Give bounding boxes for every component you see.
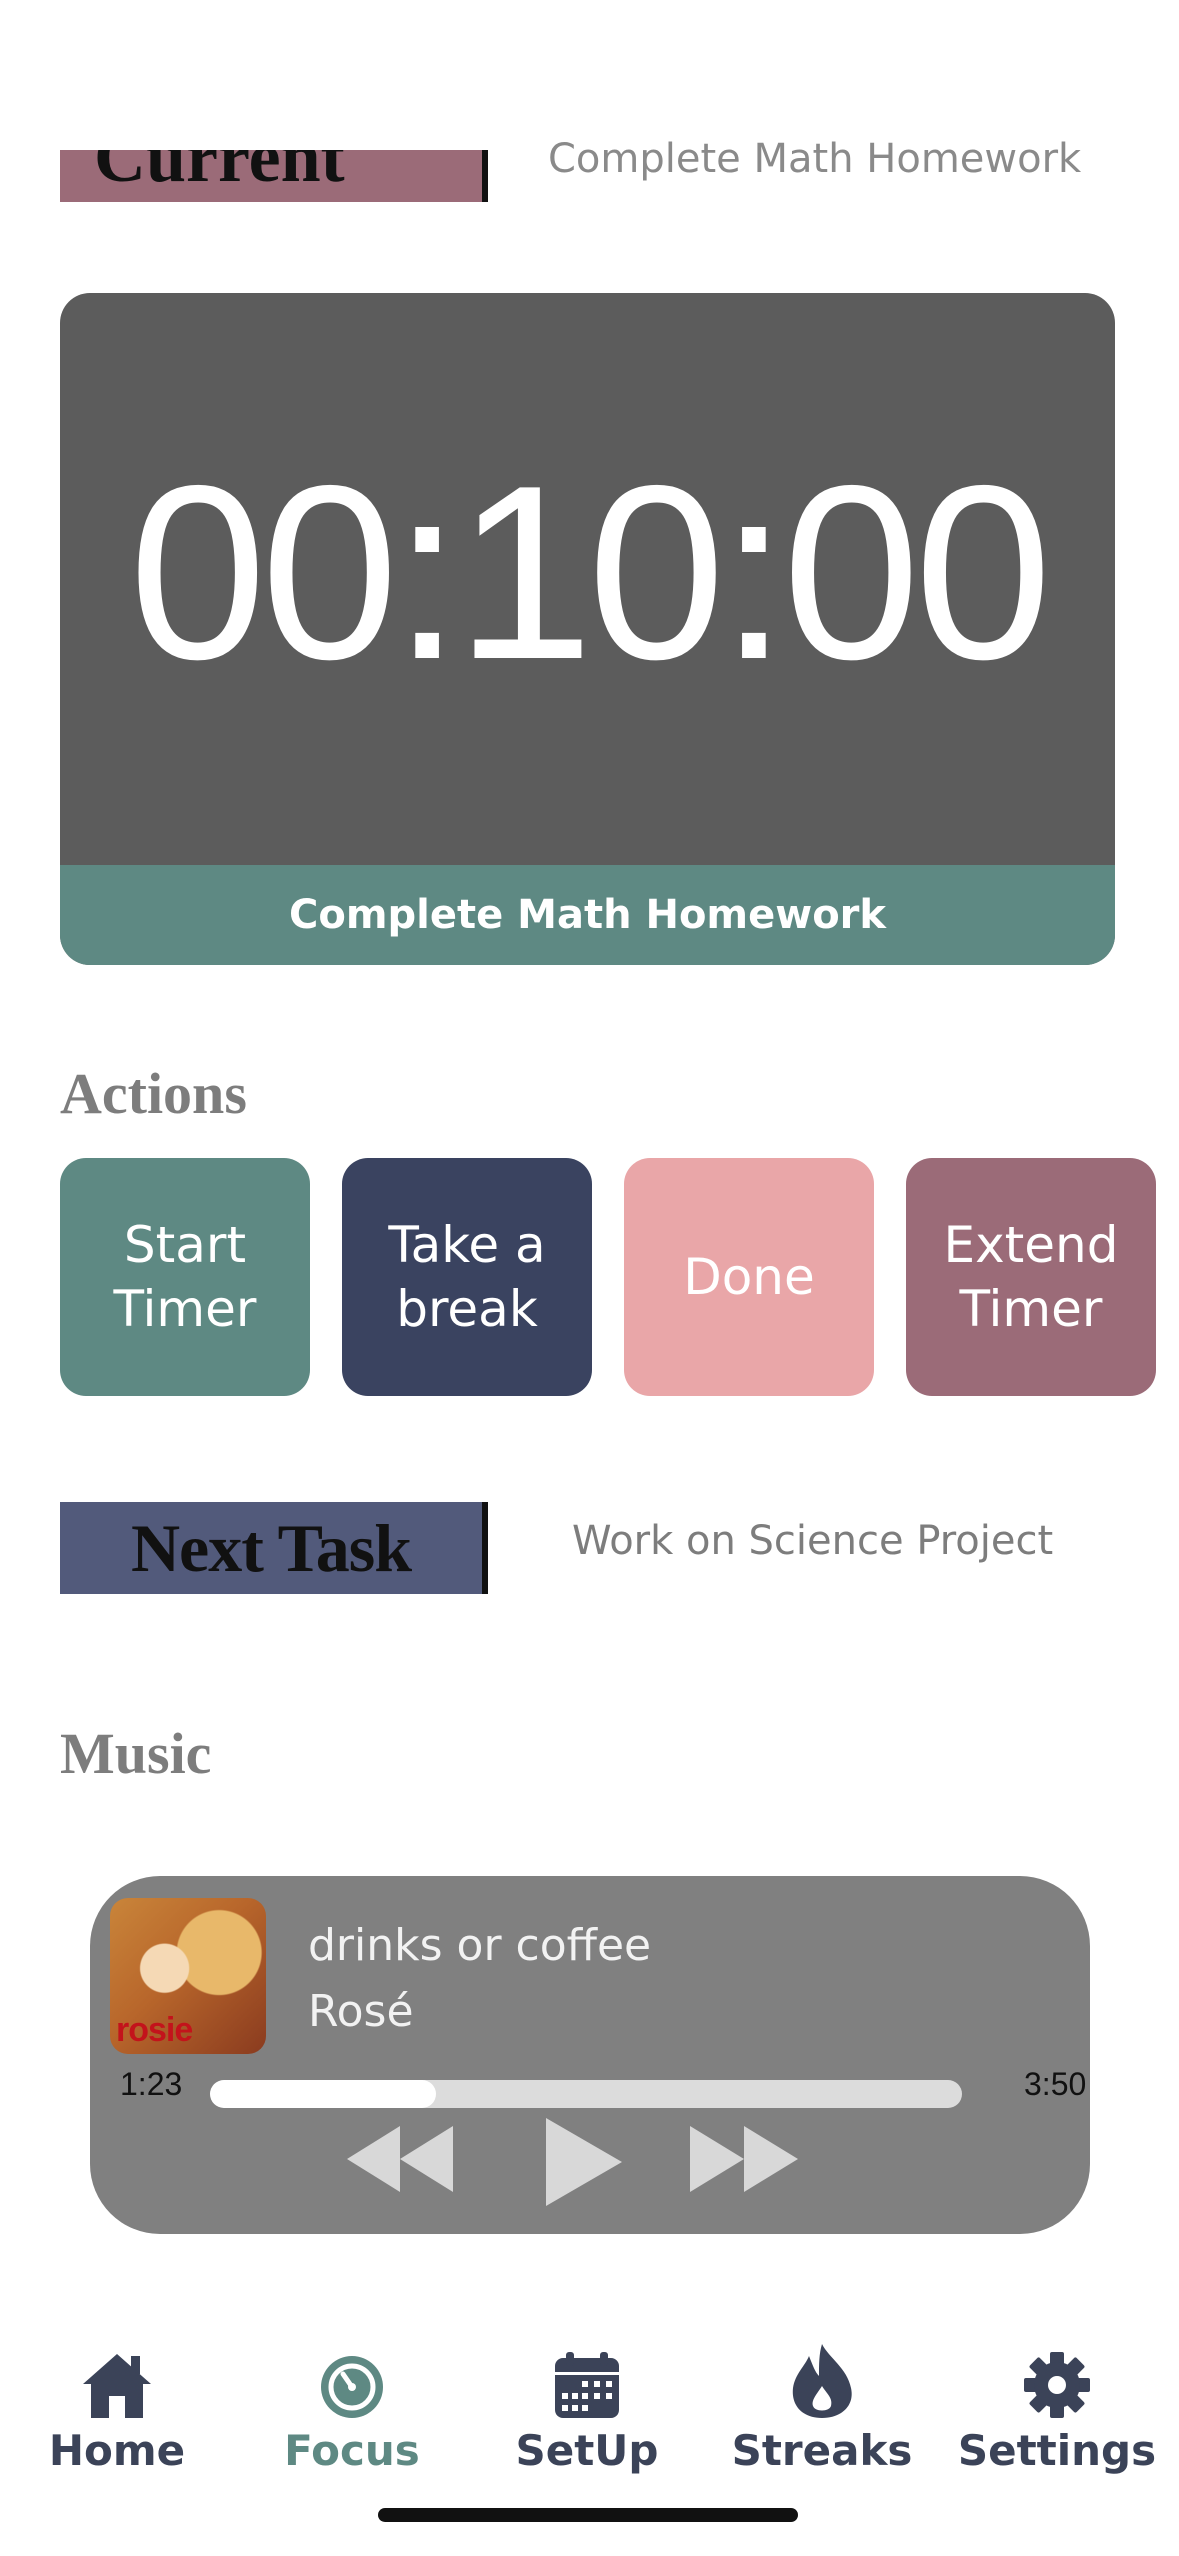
rewind-icon[interactable] [345, 2124, 455, 2198]
current-task-label-text: Current Task [94, 150, 345, 202]
current-task-label: Current Task [60, 150, 488, 202]
calendar-icon [487, 2340, 687, 2420]
extend-timer-button[interactable]: Extend Timer [906, 1158, 1156, 1396]
house-icon [17, 2340, 217, 2420]
current-time: 1:23 [120, 2066, 183, 2102]
tab-settings[interactable]: Settings [957, 2340, 1157, 2475]
start-timer-button[interactable]: Start Timer [60, 1158, 310, 1396]
actions-title: Actions [60, 1061, 247, 1126]
progress-fill [210, 2080, 436, 2108]
tab-settings-label: Settings [957, 2426, 1157, 2475]
take-break-button[interactable]: Take a break [342, 1158, 592, 1396]
timer-display: 00:10:00 [128, 433, 1052, 711]
next-task-label: Next Task [60, 1502, 488, 1594]
music-player: rosie drinks or coffee Rosé 1:23 3:50 [90, 1876, 1090, 2234]
flame-icon [722, 2340, 922, 2420]
music-title: Music [60, 1721, 212, 1786]
current-task-name: Complete Math Homework [548, 136, 1082, 182]
tab-home[interactable]: Home [17, 2340, 217, 2475]
tab-setup-label: SetUp [515, 2426, 659, 2475]
fast-forward-icon[interactable] [688, 2124, 800, 2198]
progress-bar[interactable] [210, 2080, 962, 2108]
timer-icon [252, 2340, 452, 2420]
album-art-text: rosie [116, 2011, 193, 2049]
tab-home-label: Home [48, 2426, 186, 2475]
timer-card: 00:10:00 Complete Math Homework [60, 293, 1115, 965]
tab-focus[interactable]: Focus [252, 2340, 452, 2475]
done-button[interactable]: Done [624, 1158, 874, 1396]
album-art: rosie [110, 1898, 266, 2054]
total-time: 3:50 [1024, 2066, 1087, 2102]
song-title: drinks or coffee [308, 1920, 652, 1971]
gear-icon [957, 2340, 1157, 2420]
tab-focus-label: Focus [284, 2426, 420, 2475]
tab-streaks-label: Streaks [731, 2426, 913, 2475]
next-task-name: Work on Science Project [572, 1518, 1054, 1564]
home-indicator [378, 2508, 798, 2522]
next-task-label-text: Next Task [130, 1509, 412, 1586]
play-icon[interactable] [542, 2116, 624, 2212]
tab-setup[interactable]: SetUp [487, 2340, 687, 2475]
timer-task-name: Complete Math Homework [60, 865, 1115, 965]
song-artist: Rosé [308, 1986, 414, 2037]
tab-streaks[interactable]: Streaks [722, 2340, 922, 2475]
